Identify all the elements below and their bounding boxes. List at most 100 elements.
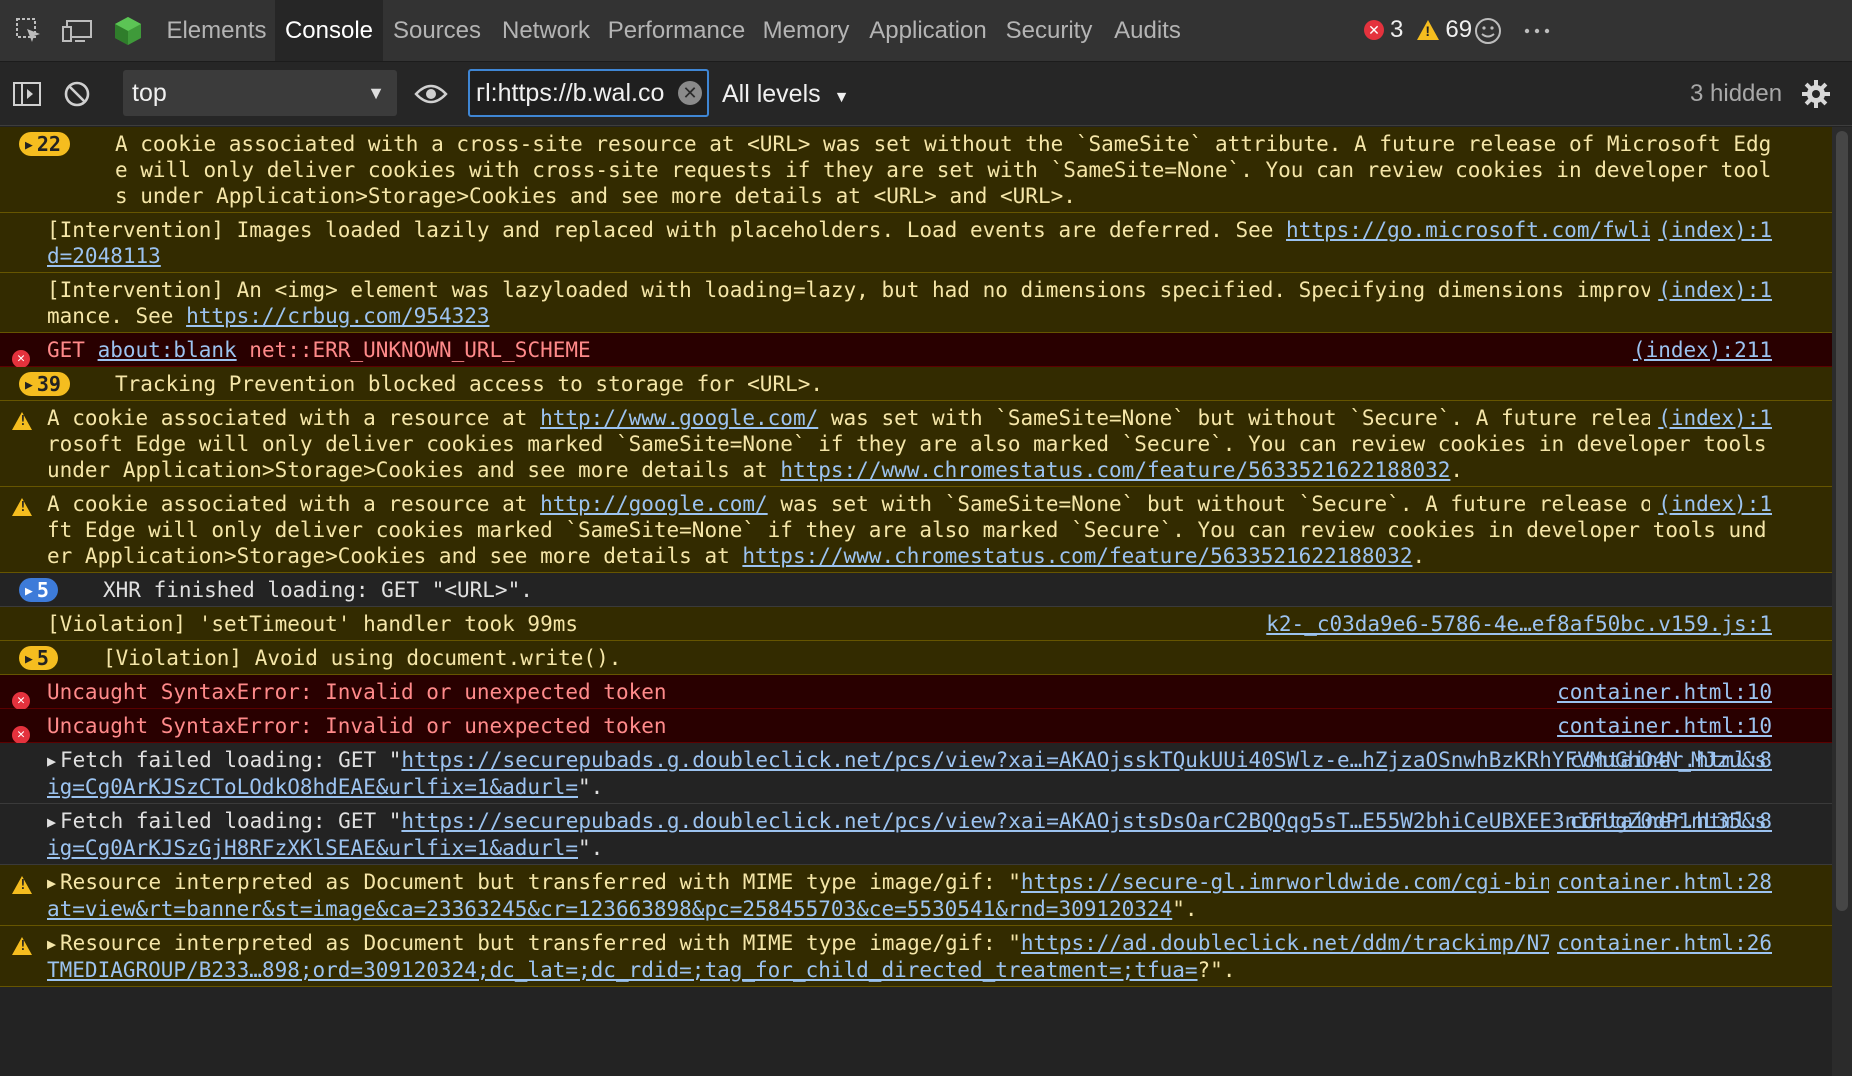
console-message[interactable]: ! A cookie associated with a resource at … [0,401,1832,487]
message-text-part: A cookie associated with a cross-site re… [115,132,1772,208]
message-link[interactable]: http://google.com/ [540,492,768,516]
console-message[interactable]: ▶ 22 A cookie associated with a cross-site… [0,127,1832,213]
source-link[interactable]: (index):211 [1624,337,1772,363]
expand-triangle-icon: ▶ [25,378,33,393]
clear-filter-icon[interactable]: ✕ [678,81,702,105]
message-text: ▶ Resource interpreted as Document but tr… [47,931,1767,982]
chevron-down-icon: ▼ [833,89,850,106]
show-sidebar-icon[interactable] [10,77,44,111]
warning-icon: ! [12,874,32,900]
expand-arrow-icon[interactable]: ▶ [47,935,56,953]
console-message[interactable]: ▶ 5 [Violation] Avoid using document.write… [0,641,1832,675]
source-link[interactable]: container.html:10 [1549,713,1772,739]
message-text-part: Fetch failed loading: GET " [60,809,402,833]
message-text: A cookie associated with a cross-site re… [115,132,1771,208]
message-text: Uncaught SyntaxError: Invalid or unexpec… [47,714,667,738]
message-link[interactable]: https://www.chromestatus.com/feature/563… [742,544,1412,568]
console-messages: ▶ 22 A cookie associated with a cross-site… [0,127,1832,1076]
context-selector[interactable]: top ▼ [123,70,397,116]
message-text-part: [Violation] 'setTimeout' handler took 99… [47,612,579,636]
message-text-part: A cookie associated with a resource at [47,492,541,516]
extension-cube-icon[interactable] [111,14,145,48]
scrollbar-thumb[interactable] [1836,131,1848,911]
message-link[interactable]: http://www.google.com/ [540,406,818,430]
message-text-part: ". [1172,897,1198,921]
message-text-part: A cookie associated with a resource at [47,406,541,430]
console-message[interactable]: ! ▶ Resource interpreted as Document but t… [0,865,1832,926]
message-text-part: [Violation] Avoid using document.write()… [103,646,622,670]
message-text-part: ". [578,836,604,860]
source-link[interactable]: (index):1 [1650,217,1772,243]
tab-memory[interactable]: Memory [754,0,858,61]
tab-audits[interactable]: Audits [1105,0,1190,61]
repeat-count: 39 [36,372,61,396]
console-message[interactable]: ! ▶ Resource interpreted as Document but t… [0,926,1832,987]
message-text: [Violation] 'setTimeout' handler took 99… [47,612,578,636]
expand-triangle-icon: ▶ [25,138,33,153]
expand-arrow-icon[interactable]: ▶ [47,874,56,892]
repeat-count: 5 [36,646,49,670]
console-message[interactable]: ✕ Uncaught SyntaxError: Invalid or unexpe… [0,675,1832,710]
console-scrollbar[interactable] [1832,127,1852,1076]
filter-input[interactable]: гl:https://b.wal.co ✕ [468,69,709,117]
source-link[interactable]: container.html:28 [1549,869,1772,895]
message-text-part: Uncaught SyntaxError: Invalid or unexpec… [47,714,667,738]
repeat-count: 5 [36,578,49,602]
console-message[interactable]: ✕ GET about:blank net::ERR_UNKNOWN_URL_SC… [0,333,1832,368]
repeat-count-badge[interactable]: ▶ 5 [19,646,58,670]
console-message[interactable]: [Intervention] Images loaded lazily and … [0,213,1832,273]
expand-arrow-icon[interactable]: ▶ [47,813,56,831]
console-message[interactable]: ! A cookie associated with a resource at … [0,487,1832,573]
repeat-count-badge[interactable]: ▶ 5 [19,578,58,602]
console-settings-gear-icon[interactable] [1799,77,1833,111]
repeat-count: 22 [36,132,61,156]
source-link[interactable]: (index):1 [1650,277,1772,303]
tab-network[interactable]: Network [493,0,599,61]
source-link[interactable]: container.html:10 [1549,679,1772,705]
console-message[interactable]: ✕ Uncaught SyntaxError: Invalid or unexpe… [0,709,1832,744]
message-text: Tracking Prevention blocked access to st… [115,372,823,396]
repeat-count-badge[interactable]: ▶ 22 [19,132,70,156]
message-text-part: net::ERR_UNKNOWN_URL_SCHEME [236,338,591,362]
console-message[interactable]: ▶ Fetch failed loading: GET "https://secu… [0,743,1832,804]
expand-arrow-icon[interactable]: ▶ [47,752,56,770]
more-options-icon[interactable] [1520,14,1554,48]
source-link[interactable]: k2-_c03da9e6-5786-4e…ef8af50bc.v159.js:1 [1258,611,1772,637]
context-value: top [132,79,167,107]
source-link[interactable]: container.html:8 [1570,808,1772,834]
repeat-count-badge[interactable]: ▶ 39 [19,372,70,396]
message-text-part: GET [47,338,98,362]
tab-sources[interactable]: Sources [386,0,488,61]
issue-counts[interactable]: ✕ 3 ! 69 [1364,16,1472,44]
expand-triangle-icon: ▶ [25,652,33,667]
tab-application[interactable]: Application [863,0,993,61]
message-link[interactable]: https://www.chromestatus.com/feature/563… [780,458,1450,482]
source-link[interactable]: container.html:26 [1549,930,1772,956]
message-text-part: XHR finished loading: GET "<URL>". [103,578,533,602]
console-message[interactable]: [Intervention] An <img> element was lazy… [0,273,1832,333]
device-emulation-icon[interactable] [60,14,94,48]
message-text-part: Resource interpreted as Document but tra… [60,870,1021,894]
message-text-part: [Intervention] Images loaded lazily and … [47,218,1287,242]
source-link[interactable]: container.html:8 [1570,747,1772,773]
log-levels-dropdown[interactable]: All levels ▼ [722,62,849,126]
feedback-smiley-icon[interactable] [1471,14,1505,48]
console-message[interactable]: ▶ 39 Tracking Prevention blocked access to… [0,367,1832,401]
tab-elements[interactable]: Elements [160,0,273,61]
tab-security[interactable]: Security [998,0,1100,61]
source-link[interactable]: (index):1 [1650,491,1772,517]
message-text: A cookie associated with a resource at h… [47,492,1766,568]
console-message[interactable]: ▶ Fetch failed loading: GET "https://secu… [0,804,1832,865]
warning-count-icon: ! [1417,20,1440,40]
tab-performance[interactable]: Performance [604,0,749,61]
console-message[interactable]: [Violation] 'setTimeout' handler took 99… [0,607,1832,641]
tab-console[interactable]: Console [275,0,383,61]
message-text: ▶ Fetch failed loading: GET "https://secu… [47,809,1767,860]
live-expression-eye-icon[interactable] [414,77,448,111]
inspect-element-icon[interactable] [12,14,46,48]
message-link[interactable]: https://crbug.com/954323 [186,304,489,328]
message-link[interactable]: about:blank [98,338,237,362]
clear-console-icon[interactable] [60,77,94,111]
console-message[interactable]: ▶ 5 XHR finished loading: GET "<URL>". [0,573,1832,607]
source-link[interactable]: (index):1 [1650,405,1772,431]
